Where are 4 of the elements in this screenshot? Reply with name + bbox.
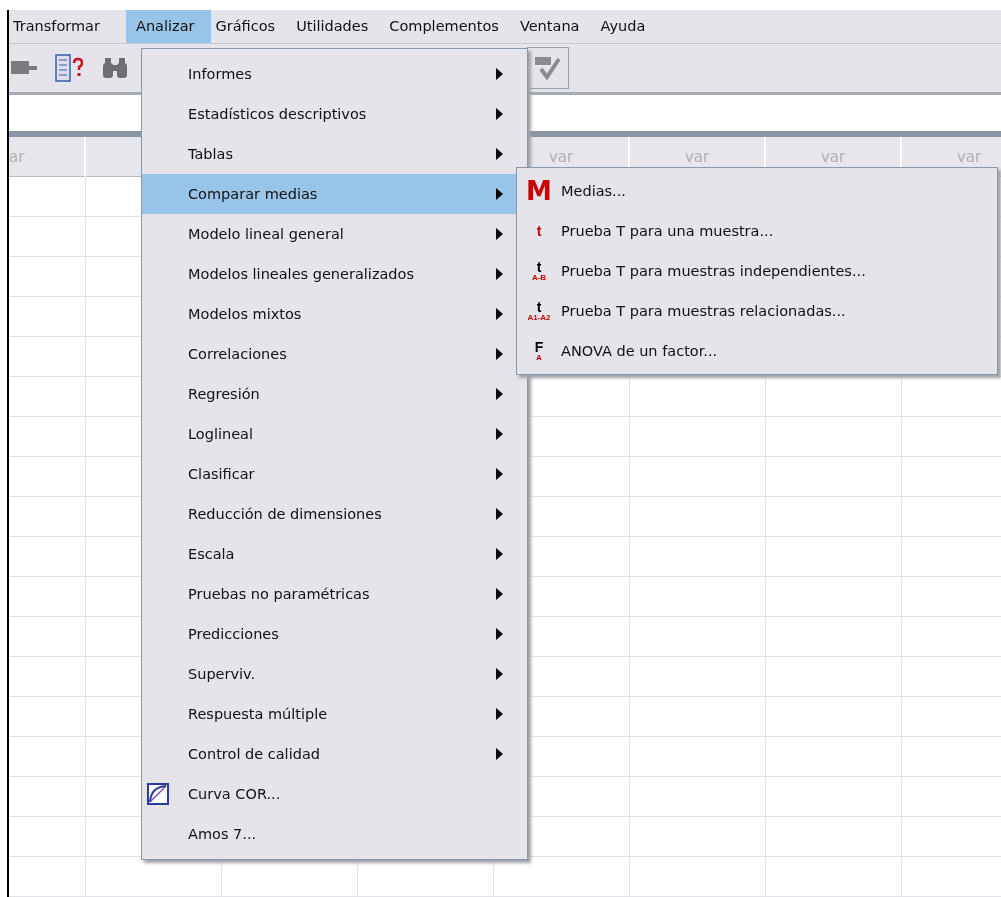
statistic-icon: t A1-A2: [517, 300, 561, 322]
statistic-icon: F A: [517, 340, 561, 362]
statistic-icon: t A-B: [517, 260, 561, 282]
statistic-icon: t: [517, 224, 561, 238]
